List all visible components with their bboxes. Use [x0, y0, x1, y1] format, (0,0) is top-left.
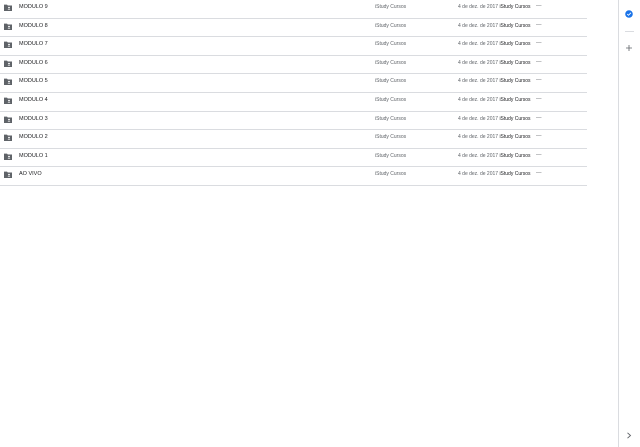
file-size: —	[536, 114, 542, 121]
modified-date: 4 de dez. de 2017	[458, 171, 499, 178]
file-size: —	[536, 77, 542, 84]
file-row[interactable]: MODULO 7 iStudy Cursos 4 de dez. de 2017 i…	[0, 37, 587, 56]
file-size: —	[536, 170, 542, 177]
shared-folder-icon	[4, 134, 12, 142]
modified-date: 4 de dez. de 2017	[458, 78, 499, 85]
file-modified: 4 de dez. de 2017 iStudy Cursos	[458, 78, 531, 84]
file-modified: 4 de dez. de 2017 iStudy Cursos	[458, 97, 531, 103]
file-size: —	[536, 133, 542, 140]
modified-by: iStudy Cursos	[499, 4, 531, 10]
modified-date: 4 de dez. de 2017	[458, 115, 499, 122]
modified-by: iStudy Cursos	[499, 59, 531, 66]
file-row[interactable]: MODULO 6 iStudy Cursos 4 de dez. de 2017 i…	[0, 56, 587, 75]
file-row[interactable]: MODULO 8 iStudy Cursos 4 de dez. de 2017 i…	[0, 19, 587, 38]
file-owner: iStudy Cursos	[375, 78, 407, 85]
file-modified: 4 de dez. de 2017 iStudy Cursos	[458, 41, 531, 47]
shared-folder-icon	[4, 60, 12, 67]
file-size: —	[536, 40, 542, 47]
file-modified: 4 de dez. de 2017 iStudy Cursos	[458, 134, 531, 140]
file-name[interactable]: MODULO 6	[19, 60, 48, 66]
modified-date: 4 de dez. de 2017	[458, 96, 499, 103]
file-row[interactable]: MODULO 9 iStudy Cursos 4 de dez. de 2017 i…	[0, 0, 587, 19]
modified-date: 4 de dez. de 2017	[458, 22, 499, 29]
file-owner: iStudy Cursos	[375, 22, 407, 29]
modified-by: iStudy Cursos	[499, 171, 531, 178]
file-size: —	[536, 151, 542, 158]
check-circle-icon[interactable]	[625, 10, 633, 18]
modified-by: iStudy Cursos	[499, 115, 531, 122]
modified-by: iStudy Cursos	[499, 78, 531, 85]
add-icon[interactable]	[625, 44, 633, 52]
shared-folder-icon	[4, 78, 12, 86]
shared-folder-icon	[4, 4, 12, 11]
file-size: —	[536, 3, 542, 9]
file-list: MODULO 9 iStudy Cursos 4 de dez. de 2017 i…	[0, 0, 587, 186]
shared-folder-icon	[4, 97, 12, 104]
file-row[interactable]: MODULO 4 iStudy Cursos 4 de dez. de 2017 i…	[0, 93, 587, 112]
file-owner: iStudy Cursos	[375, 4, 407, 10]
shared-folder-icon	[4, 23, 12, 30]
file-name[interactable]: AO VIVO	[19, 171, 42, 177]
modified-date: 4 de dez. de 2017	[458, 59, 499, 66]
file-owner: iStudy Cursos	[375, 115, 407, 122]
file-name[interactable]: MODULO 2	[19, 134, 48, 140]
modified-by: iStudy Cursos	[499, 22, 531, 29]
shared-folder-icon	[4, 171, 12, 179]
modified-date: 4 de dez. de 2017	[458, 134, 499, 141]
modified-date: 4 de dez. de 2017	[458, 41, 499, 48]
shared-folder-icon	[4, 116, 12, 123]
file-size: —	[536, 95, 542, 102]
file-modified: 4 de dez. de 2017 iStudy Cursos	[458, 4, 531, 10]
shared-folder-icon	[4, 153, 12, 160]
file-modified: 4 de dez. de 2017 iStudy Cursos	[458, 60, 531, 66]
file-row[interactable]: AO VIVO iStudy Cursos 4 de dez. de 2017 iS…	[0, 167, 587, 186]
side-panel-divider	[625, 31, 634, 32]
file-owner: iStudy Cursos	[375, 134, 407, 141]
file-owner: iStudy Cursos	[375, 171, 407, 178]
file-size: —	[536, 21, 542, 28]
file-modified: 4 de dez. de 2017 iStudy Cursos	[458, 153, 531, 159]
file-row[interactable]: MODULO 2 iStudy Cursos 4 de dez. de 2017 i…	[0, 130, 587, 149]
file-name[interactable]: MODULO 4	[19, 97, 48, 103]
file-name[interactable]: MODULO 5	[19, 78, 48, 84]
file-name[interactable]: MODULO 7	[19, 41, 48, 47]
modified-by: iStudy Cursos	[499, 152, 531, 159]
file-owner: iStudy Cursos	[375, 41, 407, 48]
drive-main-area: MODULO 9 iStudy Cursos 4 de dez. de 2017 i…	[0, 0, 619, 447]
file-modified: 4 de dez. de 2017 iStudy Cursos	[458, 171, 531, 177]
file-row[interactable]: MODULO 3 iStudy Cursos 4 de dez. de 2017 i…	[0, 112, 587, 131]
file-name[interactable]: MODULO 3	[19, 116, 48, 122]
file-row[interactable]: MODULO 5 iStudy Cursos 4 de dez. de 2017 i…	[0, 74, 587, 93]
file-modified: 4 de dez. de 2017 iStudy Cursos	[458, 116, 531, 122]
modified-by: iStudy Cursos	[499, 96, 531, 103]
file-row[interactable]: MODULO 1 iStudy Cursos 4 de dez. de 2017 i…	[0, 149, 587, 168]
file-owner: iStudy Cursos	[375, 59, 407, 66]
file-owner: iStudy Cursos	[375, 96, 407, 103]
file-modified: 4 de dez. de 2017 iStudy Cursos	[458, 23, 531, 29]
modified-by: iStudy Cursos	[499, 134, 531, 141]
file-name[interactable]: MODULO 8	[19, 23, 48, 29]
modified-by: iStudy Cursos	[499, 41, 531, 48]
file-name[interactable]: MODULO 9	[19, 4, 48, 10]
shared-folder-icon	[4, 41, 12, 49]
side-panel	[618, 0, 640, 447]
modified-date: 4 de dez. de 2017	[458, 152, 499, 159]
chevron-right-icon[interactable]	[626, 432, 632, 439]
file-name[interactable]: MODULO 1	[19, 153, 48, 159]
modified-date: 4 de dez. de 2017	[458, 4, 499, 10]
file-size: —	[536, 58, 542, 65]
file-owner: iStudy Cursos	[375, 152, 407, 159]
